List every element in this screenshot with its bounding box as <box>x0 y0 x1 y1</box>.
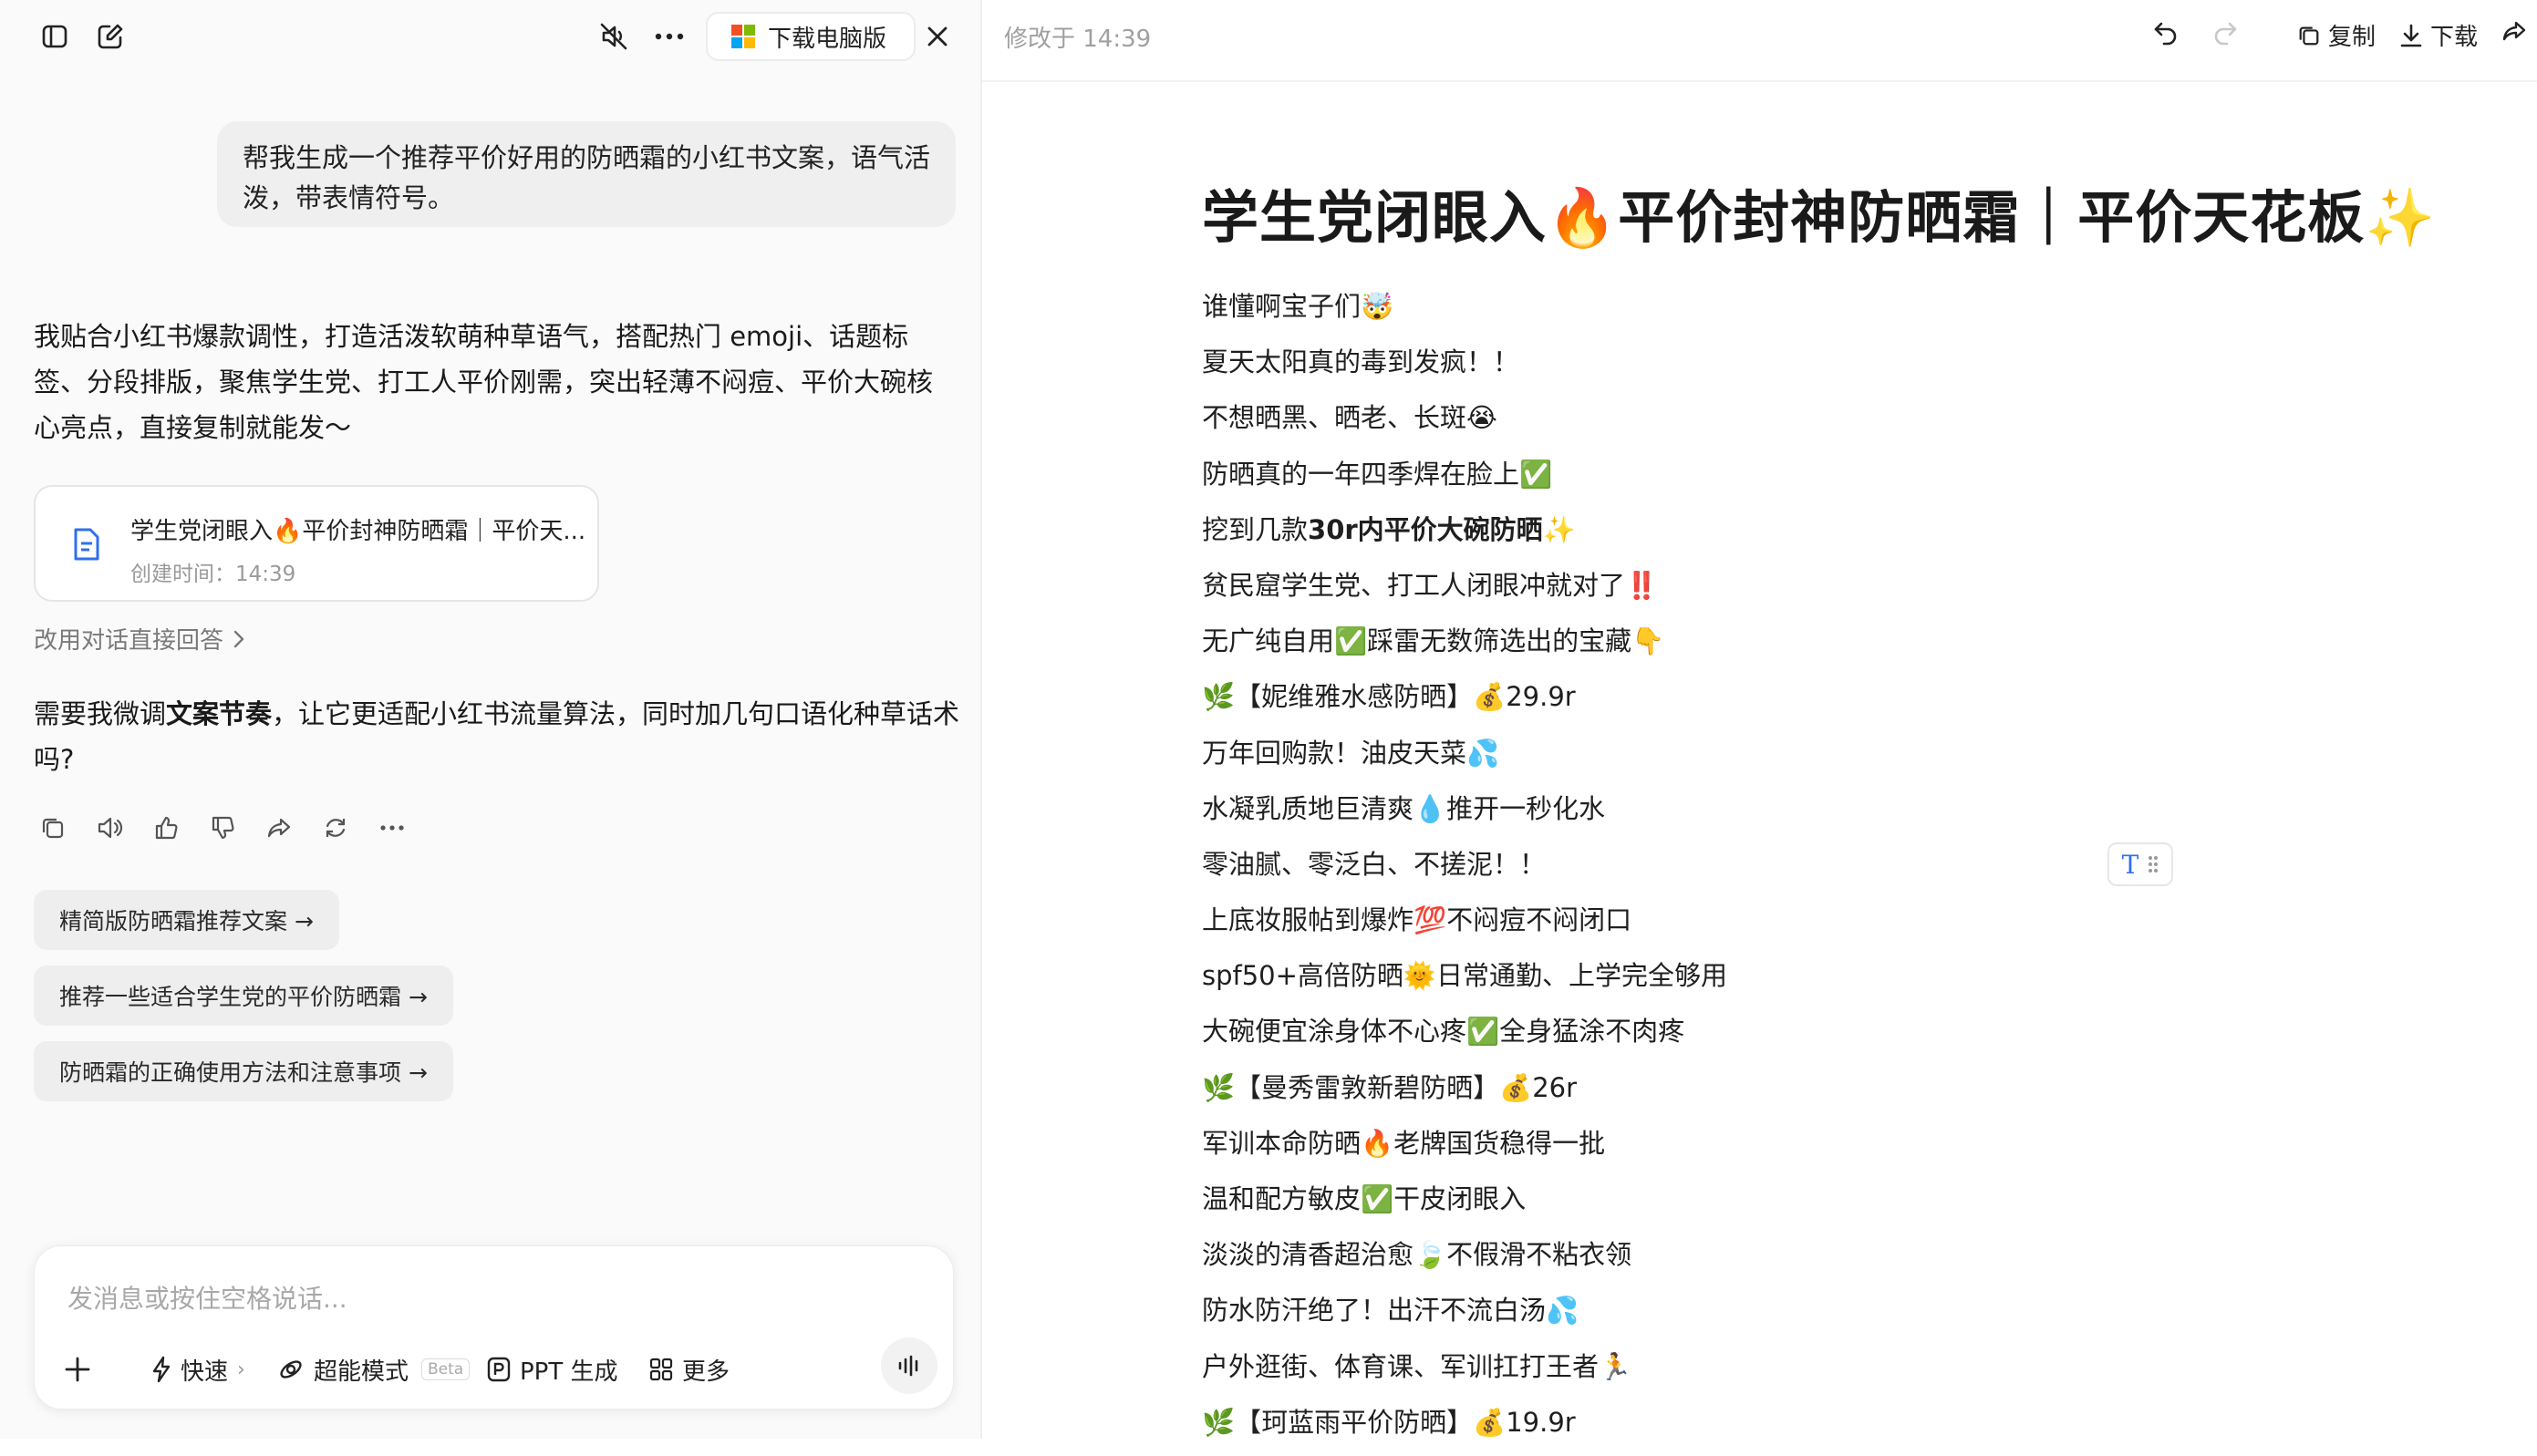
message-actions <box>36 811 409 844</box>
read-aloud-icon[interactable] <box>93 811 126 844</box>
suggestion-chip[interactable]: 防晒霜的正确使用方法和注意事项 → <box>34 1041 453 1101</box>
block-handle[interactable]: T <box>2107 842 2173 886</box>
copy-icon[interactable] <box>36 811 69 844</box>
download-document-button[interactable]: 下载 <box>2399 18 2478 52</box>
document-line[interactable]: 水凝乳质地巨清爽💧推开一秒化水 <box>1202 787 2479 842</box>
grid-icon <box>649 1358 673 1381</box>
document-icon <box>72 527 101 565</box>
document-line[interactable]: 🌿【曼秀雷敦新碧防晒】💰26r <box>1202 1066 2479 1121</box>
followup-text-pre: 需要我微调 <box>34 698 167 729</box>
redo-button[interactable] <box>2211 18 2239 46</box>
document-title: 学生党闭眼入🔥平价封神防晒霜｜平价天花板✨ <box>1202 184 2437 251</box>
regenerate-icon[interactable] <box>319 811 352 844</box>
document-line[interactable]: 挖到几款 30r内平价大碗防晒 ✨ <box>1202 508 2479 563</box>
document-line[interactable]: 军训本命防晒🔥老牌国货稳得一批 <box>1202 1121 2479 1177</box>
thumbs-up-icon[interactable] <box>150 811 182 844</box>
chevron-right-icon: › <box>237 1358 245 1381</box>
document-card[interactable]: 学生党闭眼入🔥平价封神防晒霜｜平价天... 创建时间：14:39 <box>34 485 599 602</box>
download-desktop-label: 下载电脑版 <box>768 25 887 53</box>
undo-button[interactable] <box>2152 18 2180 46</box>
ppt-generate-button[interactable]: PPT 生成 <box>487 1348 618 1390</box>
document-card-created: 创建时间：14:39 <box>130 563 296 586</box>
more-tools-label: 更多 <box>682 1358 730 1386</box>
document-line[interactable]: 无广纯自用✅踩雷无数筛选出的宝藏👇 <box>1202 619 2479 675</box>
suggestion-chip[interactable]: 推荐一些适合学生党的平价防晒霜 → <box>34 966 453 1026</box>
suggestion-chip[interactable]: 精简版防晒霜推荐文案 → <box>34 890 339 950</box>
modified-time: 修改于 14:39 <box>1004 26 1152 53</box>
user-message: 帮我生成一个推荐平价好用的防晒霜的小红书文案，语气活泼，带表情符号。 <box>217 121 956 227</box>
copy-document-label: 复制 <box>2328 24 2376 51</box>
download-document-label: 下载 <box>2430 24 2479 51</box>
text-type-icon: T <box>2121 849 2139 880</box>
attach-button[interactable] <box>64 1348 91 1390</box>
plus-icon <box>65 1357 90 1382</box>
fast-mode-label: 快速 <box>181 1358 229 1386</box>
download-icon <box>2400 24 2422 46</box>
document-line[interactable]: 温和配方敏皮✅干皮闭眼入 <box>1202 1177 2479 1233</box>
undo-icon <box>2154 22 2177 46</box>
document-line[interactable]: 🌿【妮维雅水感防晒】💰29.9r <box>1202 675 2479 730</box>
document-line[interactable]: 上底妆服帖到爆炸💯不闷痘不闷闭口 <box>1202 898 2479 954</box>
super-mode-label: 超能模式 <box>314 1358 409 1386</box>
document-line[interactable]: 谁懂啊宝子们🤯 <box>1202 284 2479 340</box>
fast-mode-button[interactable]: 快速 › <box>151 1348 245 1390</box>
copy-document-button[interactable]: 复制 <box>2297 18 2376 52</box>
document-line[interactable]: 户外逛街、体育课、军训扛打王者🏃 <box>1202 1345 2479 1400</box>
copy-icon <box>2299 26 2319 45</box>
document-pane: 修改于 14:39 复制 下载 学生党闭眼入🔥平价封神防晒霜｜平价天花板✨ 谁懂… <box>982 0 2537 1439</box>
drag-handle-icon <box>2149 856 2159 873</box>
voice-input-button[interactable] <box>881 1337 937 1394</box>
close-icon[interactable] <box>917 16 958 57</box>
orbit-icon <box>280 1360 302 1379</box>
chat-pane: 下载电脑版 帮我生成一个推荐平价好用的防晒霜的小红书文案，语气活泼，带表情符号。… <box>0 0 982 1439</box>
document-card-title: 学生党闭眼入🔥平价封神防晒霜｜平价天... <box>130 518 586 545</box>
document-line[interactable]: 夏天太阳真的毒到发疯！！ <box>1202 340 2479 396</box>
mute-icon[interactable] <box>594 16 634 57</box>
redo-icon <box>2214 22 2237 46</box>
ppt-icon <box>487 1357 511 1382</box>
followup-text-bold: 文案节奏 <box>166 698 273 729</box>
document-line[interactable]: 🌿【珂蓝雨平价防晒】💰19.9r <box>1202 1400 2479 1456</box>
download-desktop-button[interactable]: 下载电脑版 <box>706 12 916 61</box>
document-toolbar: 修改于 14:39 复制 下载 <box>982 0 2537 82</box>
super-mode-button[interactable]: 超能模式 Beta <box>277 1348 471 1390</box>
windows-logo-icon <box>731 25 755 48</box>
message-input[interactable]: 发消息或按住空格说话... <box>67 1279 347 1316</box>
document-line[interactable]: spf50+高倍防晒🌞日常通勤、上学完全够用 <box>1202 954 2479 1009</box>
message-composer[interactable]: 发消息或按住空格说话... 快速 › 超能模式 Beta PPT 生成 更多 <box>34 1245 954 1410</box>
more-tools-button[interactable]: 更多 <box>649 1348 730 1390</box>
more-icon[interactable] <box>376 811 409 844</box>
lightning-icon <box>152 1356 171 1383</box>
new-chat-icon[interactable] <box>90 16 130 57</box>
waveform-icon <box>898 1355 918 1377</box>
answer-in-chat-label: 改用对话直接回答 <box>34 627 224 655</box>
document-line-post: ✨ <box>1542 513 1576 545</box>
document-line[interactable]: 不想晒黑、晒老、长斑😭 <box>1202 396 2479 451</box>
assistant-followup: 需要我微调文案节奏，让它更适配小红书流量算法，同时加几句口语化种草话术吗? <box>34 691 964 782</box>
document-line[interactable]: 零油腻、零泛白、不搓泥！！ <box>1202 842 2479 898</box>
document-line[interactable]: 防水防汗绝了！出汗不流白汤💦 <box>1202 1288 2479 1344</box>
beta-badge: Beta <box>421 1358 471 1380</box>
document-line-pre: 挖到几款 <box>1202 513 1309 545</box>
chat-toolbar: 下载电脑版 <box>0 0 980 73</box>
thumbs-down-icon[interactable] <box>206 811 239 844</box>
share-document-button[interactable] <box>2501 18 2528 44</box>
sidebar-toggle-icon[interactable] <box>35 16 75 57</box>
document-line[interactable]: 防晒真的一年四季焊在脸上✅ <box>1202 452 2479 508</box>
share-icon <box>2502 21 2526 41</box>
document-body[interactable]: 谁懂啊宝子们🤯 夏天太阳真的毒到发疯！！ 不想晒黑、晒老、长斑😭 防晒真的一年四季焊在… <box>1202 284 2479 1456</box>
document-line[interactable]: 贫民窟学生党、打工人闭眼冲就对了‼️ <box>1202 563 2479 619</box>
document-line[interactable]: 大碗便宜涂身体不心疼✅全身猛涂不肉疼 <box>1202 1009 2479 1065</box>
document-line[interactable]: 淡淡的清香超治愈🍃不假滑不粘衣领 <box>1202 1233 2479 1288</box>
ppt-generate-label: PPT 生成 <box>520 1358 618 1386</box>
answer-in-chat-link[interactable]: 改用对话直接回答 <box>34 622 245 656</box>
document-line[interactable]: 万年回购款！油皮天菜💦 <box>1202 731 2479 787</box>
more-options-icon[interactable] <box>649 16 689 57</box>
share-icon[interactable] <box>263 811 295 844</box>
assistant-reply: 我贴合小红书爆款调性，打造活泼软萌种草语气，搭配热门 emoji、话题标签、分段… <box>34 321 934 443</box>
chevron-right-icon <box>233 630 244 647</box>
document-line-bold: 30r内平价大碗防晒 <box>1308 513 1543 545</box>
